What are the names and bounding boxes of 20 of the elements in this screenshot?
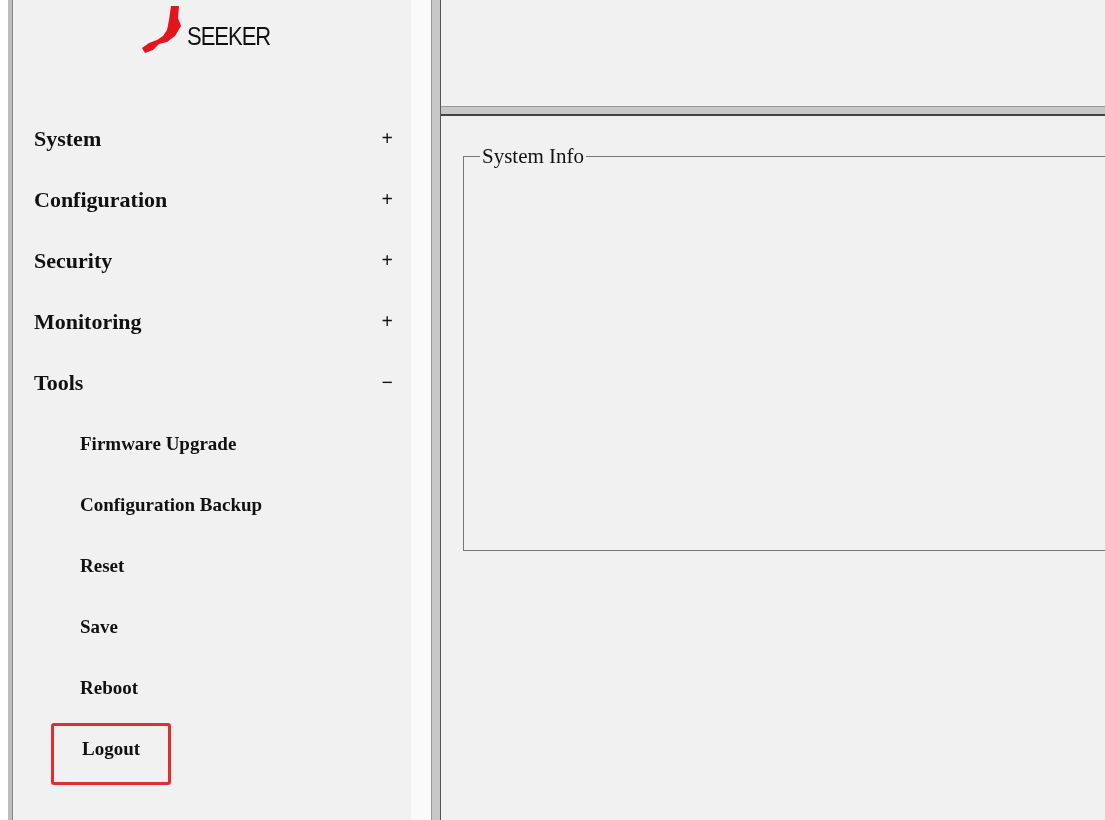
menu-item[interactable]: System [34,125,102,152]
submenu-item[interactable]: Firmware Upgrade [51,419,266,468]
submenu-item[interactable]: Configuration Backup [51,480,292,529]
expand-toggle[interactable]: − [381,371,393,394]
submenu-item[interactable]: Logout [51,722,172,785]
expand-toggle[interactable]: + [381,310,393,333]
menu-item[interactable]: Configuration [34,186,168,213]
submenu-item[interactable]: Reboot [51,663,168,712]
panel-legend: System Info [480,144,587,169]
frame-splitter[interactable] [431,0,441,820]
submenu-item[interactable]: Reset [51,541,154,590]
expand-toggle[interactable]: + [381,249,393,272]
frame-splitter[interactable] [441,106,1105,116]
expand-toggle[interactable]: + [381,127,393,150]
submenu-item[interactable]: Save [51,602,147,651]
menu-item[interactable]: Security [34,247,113,274]
logo-text: SEEKER [187,21,271,53]
menu-item[interactable]: Monitoring [34,308,142,335]
expand-toggle[interactable]: + [381,188,393,211]
menu-item[interactable]: Tools [34,369,84,396]
